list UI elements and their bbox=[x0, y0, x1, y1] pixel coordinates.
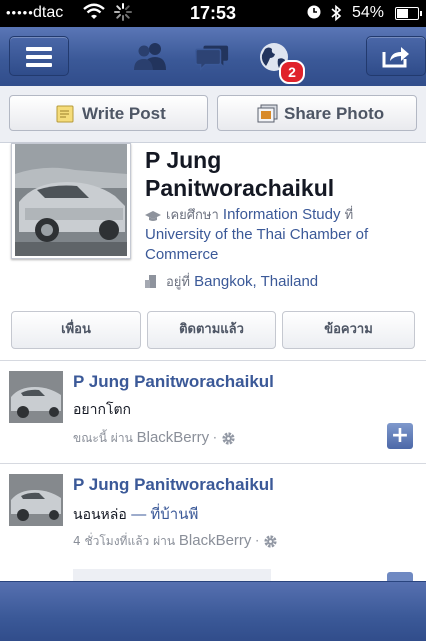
post-time: ขณะนี้ ผ่าน bbox=[73, 431, 133, 445]
post-source: BlackBerry bbox=[136, 429, 210, 446]
education-at: ที่ bbox=[344, 207, 354, 222]
bluetooth-icon bbox=[331, 4, 342, 22]
post-meta: ขณะนี้ ผ่าน BlackBerry · bbox=[73, 429, 236, 447]
author-avatar[interactable] bbox=[9, 371, 63, 423]
post-message: อยากโตก bbox=[73, 402, 132, 418]
share-button[interactable] bbox=[366, 36, 426, 76]
post-source: BlackBerry bbox=[178, 532, 252, 549]
location-prefix: อยู่ที่ bbox=[166, 274, 190, 289]
school-link[interactable]: University of the Thai Chamber of Commer… bbox=[145, 226, 368, 263]
top-navigation-bar: 2 bbox=[0, 27, 426, 87]
friend-requests-icon[interactable] bbox=[132, 39, 168, 73]
bottom-toolbar bbox=[0, 581, 426, 641]
car-photo bbox=[15, 144, 127, 256]
alarm-clock-icon bbox=[307, 5, 321, 19]
post-text: อยากโตก bbox=[73, 399, 131, 421]
post-place-link[interactable]: — ที่บ้านพี bbox=[131, 506, 198, 523]
notification-count-badge: 2 bbox=[279, 60, 305, 84]
photo-icon bbox=[257, 104, 278, 123]
location-link[interactable]: Bangkok, Thailand bbox=[194, 273, 318, 290]
messages-icon[interactable] bbox=[194, 39, 230, 73]
battery-percent: 54% bbox=[352, 4, 385, 21]
battery-fill bbox=[397, 9, 408, 18]
profile-name-line2: Panitworachaikul bbox=[145, 175, 335, 201]
meta-dot: · bbox=[255, 534, 260, 548]
author-avatar[interactable] bbox=[9, 474, 63, 526]
post-message: นอนหล่อ bbox=[73, 507, 127, 523]
privacy-gear-icon[interactable] bbox=[221, 431, 236, 446]
like-comment-bar[interactable] bbox=[73, 569, 271, 581]
meta-dot: · bbox=[212, 431, 217, 445]
field-of-study-link[interactable]: Information Study bbox=[223, 206, 341, 223]
profile-header: P Jung Panitworachaikul เคยศึกษา Informa… bbox=[0, 143, 426, 360]
post-text: นอนหล่อ — ที่บ้านพี bbox=[73, 502, 198, 526]
write-post-label: Write Post bbox=[82, 104, 166, 123]
privacy-gear-icon[interactable] bbox=[263, 534, 278, 549]
location-info: อยู่ที่ Bangkok, Thailand bbox=[145, 272, 415, 292]
education-info: เคยศึกษา Information Study ที่ Universit… bbox=[145, 205, 415, 265]
battery-icon bbox=[395, 7, 422, 20]
share-arrow-icon bbox=[382, 47, 409, 68]
feed-post: P Jung Panitworachaikul อยากโตก ขณะนี้ ผ… bbox=[0, 360, 426, 464]
post-author-link[interactable]: P Jung Panitworachaikul bbox=[73, 372, 274, 392]
composer-action-bar: Write Post Share Photo bbox=[0, 86, 426, 143]
profile-picture[interactable] bbox=[11, 143, 131, 259]
share-photo-button[interactable]: Share Photo bbox=[217, 95, 417, 131]
feed-post: P Jung Panitworachaikul นอนหล่อ — ที่บ้า… bbox=[0, 463, 426, 584]
following-button[interactable]: ติดตามแล้ว bbox=[147, 311, 276, 349]
post-meta: 4 ชั่วโมงที่แล้ว ผ่าน BlackBerry · bbox=[73, 532, 278, 550]
menu-icon bbox=[26, 47, 52, 71]
post-author-link[interactable]: P Jung Panitworachaikul bbox=[73, 475, 274, 495]
profile-name-line1: P Jung bbox=[145, 147, 222, 173]
note-pencil-icon bbox=[56, 105, 74, 123]
friends-button[interactable]: เพื่อน bbox=[11, 311, 141, 349]
add-comment-button-partial[interactable] bbox=[387, 572, 413, 581]
status-bar: ••••• dtac 17:53 54% bbox=[0, 0, 426, 27]
share-photo-label: Share Photo bbox=[284, 104, 385, 123]
message-button[interactable]: ข้อความ bbox=[282, 311, 415, 349]
post-time: 4 ชั่วโมงที่แล้ว ผ่าน bbox=[73, 534, 176, 548]
add-comment-button[interactable]: + bbox=[387, 423, 413, 449]
education-prefix: เคยศึกษา bbox=[166, 207, 219, 222]
profile-name: P Jung Panitworachaikul bbox=[145, 146, 415, 202]
write-post-button[interactable]: Write Post bbox=[9, 95, 208, 131]
menu-button[interactable] bbox=[9, 36, 69, 76]
